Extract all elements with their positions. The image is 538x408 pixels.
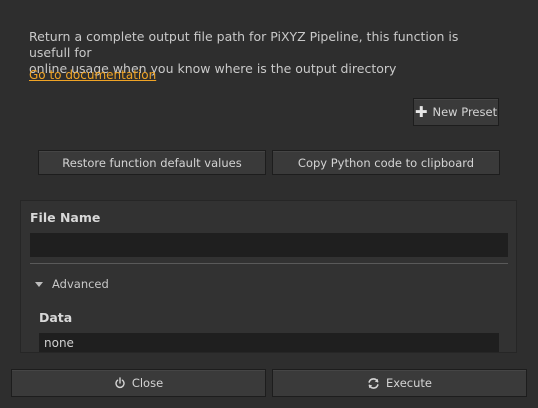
file-name-input[interactable] <box>30 233 508 257</box>
advanced-section-toggle[interactable]: Advanced <box>35 277 109 291</box>
data-input[interactable]: none <box>39 333 499 352</box>
execute-label: Execute <box>386 376 432 390</box>
execute-button[interactable]: Execute <box>272 369 527 397</box>
copy-python-label: Copy Python code to clipboard <box>297 155 475 170</box>
new-preset-button[interactable]: ✚ New Preset <box>413 98 499 126</box>
new-preset-label: New Preset <box>432 105 498 119</box>
close-label: Close <box>131 376 164 390</box>
power-icon <box>115 377 125 389</box>
documentation-link[interactable]: Go to documentation <box>29 68 156 82</box>
data-label: Data <box>39 310 73 325</box>
close-button[interactable]: Close <box>11 369 266 397</box>
triangle-down-icon <box>35 281 43 287</box>
parameters-panel: File Name Advanced Data none <box>20 200 517 353</box>
restore-defaults-button[interactable]: Restore function default values <box>38 150 266 175</box>
file-name-label: File Name <box>30 210 101 225</box>
refresh-icon <box>368 377 379 389</box>
restore-defaults-label: Restore function default values <box>62 155 242 170</box>
description-line-1: Return a complete output file path for P… <box>29 29 459 60</box>
section-divider <box>30 263 508 264</box>
copy-python-button[interactable]: Copy Python code to clipboard <box>272 150 500 175</box>
plus-icon: ✚ <box>414 102 428 121</box>
advanced-label: Advanced <box>52 277 109 291</box>
